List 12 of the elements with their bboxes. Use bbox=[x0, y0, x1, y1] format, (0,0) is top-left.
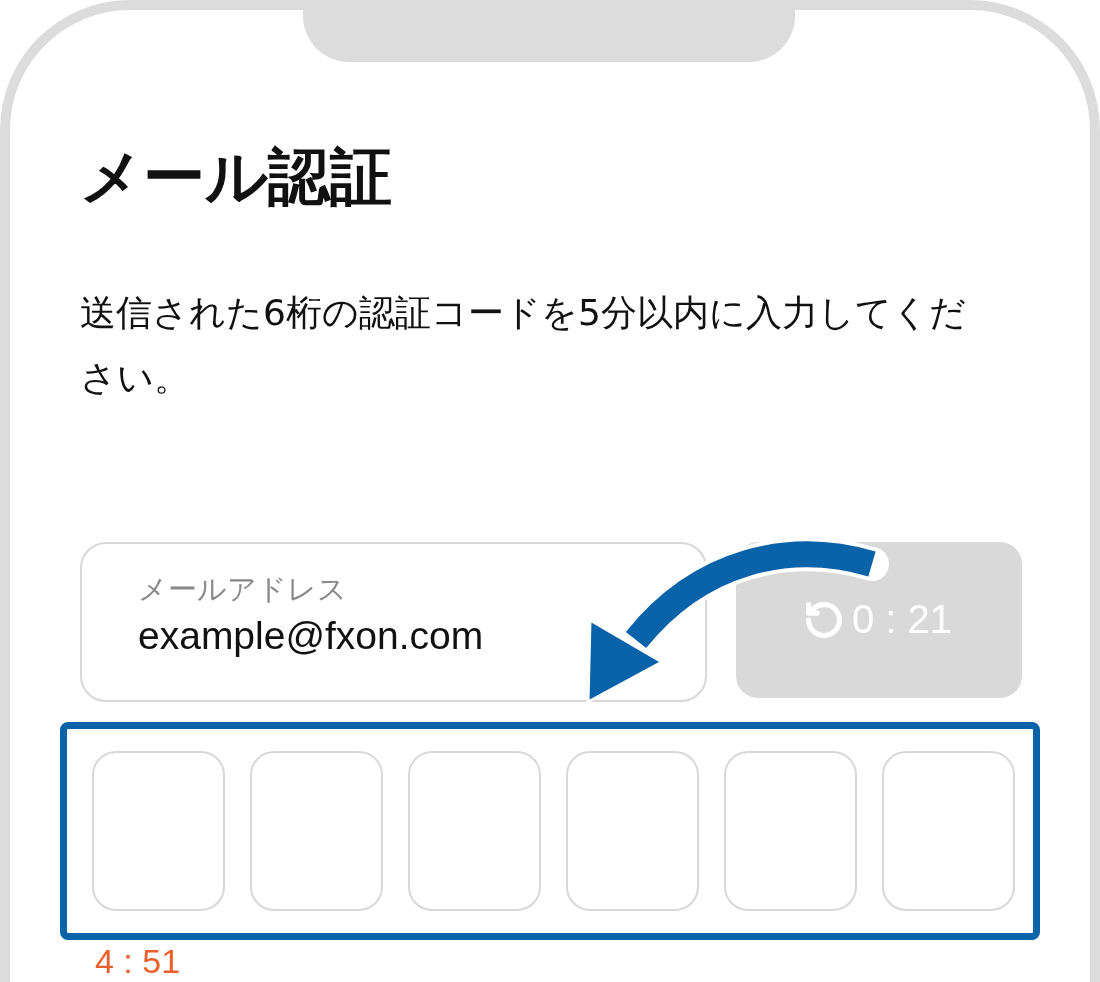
code-digit-field[interactable] bbox=[408, 750, 541, 911]
field-label: メールアドレス bbox=[138, 570, 348, 608]
code-digit-field[interactable] bbox=[882, 750, 1015, 911]
code-digit-field[interactable] bbox=[724, 750, 857, 911]
refresh-icon bbox=[805, 601, 842, 638]
countdown-timer: 4 : 51 bbox=[95, 941, 181, 981]
page-title: メール認証 bbox=[80, 139, 393, 215]
field-value: example@fxon.com bbox=[138, 613, 485, 658]
code-digit-field[interactable] bbox=[250, 750, 383, 911]
code-digit-field[interactable] bbox=[92, 750, 225, 911]
code-digit-field[interactable] bbox=[566, 750, 699, 911]
instruction-text: 送信された6桁の認証コードを5分以内に入力してください。 bbox=[80, 290, 967, 400]
